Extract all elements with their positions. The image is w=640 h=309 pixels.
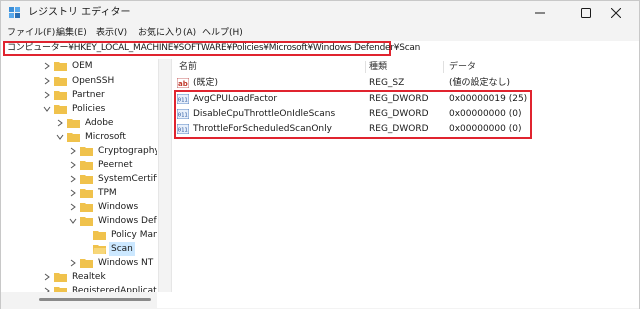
column-header-data[interactable]: データ <box>449 59 476 75</box>
menu-view[interactable]: 表示(V) <box>96 26 127 40</box>
value-data: (値の設定なし) <box>449 78 511 88</box>
tree-item-label: Policies <box>72 104 106 114</box>
tree-item-label: Partner <box>72 90 105 100</box>
folder-icon <box>67 119 80 128</box>
tree-item-label: Peernet <box>98 160 133 170</box>
column-header-type[interactable]: 種類 <box>369 59 387 75</box>
value-name: (既定) <box>193 78 219 88</box>
list-row-default[interactable]: ab (既定) REG_SZ (値の設定なし) <box>173 76 639 91</box>
folder-icon <box>67 133 80 142</box>
chevron-right-icon[interactable] <box>43 62 51 70</box>
menu-file[interactable]: ファイル(F) <box>7 26 55 40</box>
value-type: REG_SZ <box>369 78 405 88</box>
title-bar: レジストリ エディター <box>1 1 639 25</box>
column-header-name[interactable]: 名前 <box>179 59 197 75</box>
tree-item-label: TPM <box>98 188 117 198</box>
chevron-right-icon[interactable] <box>69 175 77 183</box>
highlight-frame <box>174 90 532 139</box>
chevron-right-icon[interactable] <box>69 203 77 211</box>
folder-open-icon <box>93 245 106 254</box>
address-bar[interactable]: コンピューター¥HKEY_LOCAL_MACHINE¥SOFTWARE¥Poli… <box>3 41 420 56</box>
close-icon <box>611 8 621 18</box>
folder-icon <box>80 161 93 170</box>
chevron-right-icon[interactable] <box>69 161 77 169</box>
minimize-button[interactable] <box>517 1 563 25</box>
close-button[interactable] <box>593 1 639 25</box>
folder-icon <box>93 231 106 240</box>
tree-item-label: Windows NT <box>98 258 154 268</box>
folder-icon <box>54 273 67 282</box>
folder-icon <box>80 189 93 198</box>
chevron-down-icon[interactable] <box>56 133 64 141</box>
string-value-icon: ab <box>177 78 189 88</box>
folder-icon <box>54 105 67 114</box>
column-divider[interactable] <box>365 61 366 73</box>
menu-help[interactable]: ヘルプ(H) <box>202 26 243 40</box>
tree-item-label: Scan <box>109 242 135 256</box>
tree-item-label: OpenSSH <box>72 76 115 86</box>
folder-icon <box>80 175 93 184</box>
menu-edit[interactable]: 編集(E) <box>56 26 87 40</box>
window-title: レジストリ エディター <box>28 7 131 18</box>
scrollbar-thumb[interactable] <box>39 298 151 301</box>
tree-horizontal-scrollbar[interactable] <box>1 292 157 308</box>
folder-icon <box>80 259 93 268</box>
folder-icon <box>80 147 93 156</box>
chevron-right-icon[interactable] <box>43 77 51 85</box>
tree-item-label: Windows <box>98 202 139 212</box>
folder-icon <box>80 217 93 226</box>
folder-icon <box>80 203 93 212</box>
folder-icon <box>54 91 67 100</box>
svg-text:ab: ab <box>178 80 188 88</box>
tree-item-label: RegisteredApplications <box>72 286 157 292</box>
column-divider[interactable] <box>443 61 444 73</box>
folder-icon <box>54 62 67 71</box>
chevron-right-icon[interactable] <box>43 91 51 99</box>
chevron-down-icon[interactable] <box>43 105 51 113</box>
tree-item-label: SystemCertificates <box>98 174 157 184</box>
key-tree: OEM OpenSSH Partner Policies Adobe Micro… <box>1 59 157 292</box>
pane-splitter[interactable] <box>158 59 172 292</box>
tree-item-label: Adobe <box>85 118 114 128</box>
chevron-down-icon[interactable] <box>69 217 77 225</box>
tree-item-label: OEM <box>72 61 93 71</box>
chevron-right-icon[interactable] <box>43 273 51 281</box>
tree-item-label: Cryptography <box>98 146 157 156</box>
tree-item-label: Microsoft <box>85 132 126 142</box>
maximize-icon <box>581 8 591 18</box>
chevron-right-icon[interactable] <box>56 119 64 127</box>
registry-editor-icon <box>9 7 20 18</box>
menu-favorites[interactable]: お気に入り(A) <box>138 26 196 40</box>
folder-icon <box>54 77 67 86</box>
registry-editor-window: レジストリ エディター ファイル(F) 編集(E) 表示(V) お気に入り(A)… <box>0 0 640 309</box>
tree-item-label: Realtek <box>72 272 106 282</box>
menu-bar: ファイル(F) 編集(E) 表示(V) お気に入り(A) ヘルプ(H) <box>1 25 639 41</box>
tree-item-label: Policy Manager <box>111 230 157 240</box>
tree-item-label: Windows Defender <box>98 216 157 226</box>
address-path[interactable]: コンピューター¥HKEY_LOCAL_MACHINE¥SOFTWARE¥Poli… <box>7 43 420 54</box>
chevron-right-icon[interactable] <box>69 147 77 155</box>
minimize-icon <box>535 12 545 14</box>
chevron-right-icon[interactable] <box>69 259 77 267</box>
chevron-right-icon[interactable] <box>69 189 77 197</box>
